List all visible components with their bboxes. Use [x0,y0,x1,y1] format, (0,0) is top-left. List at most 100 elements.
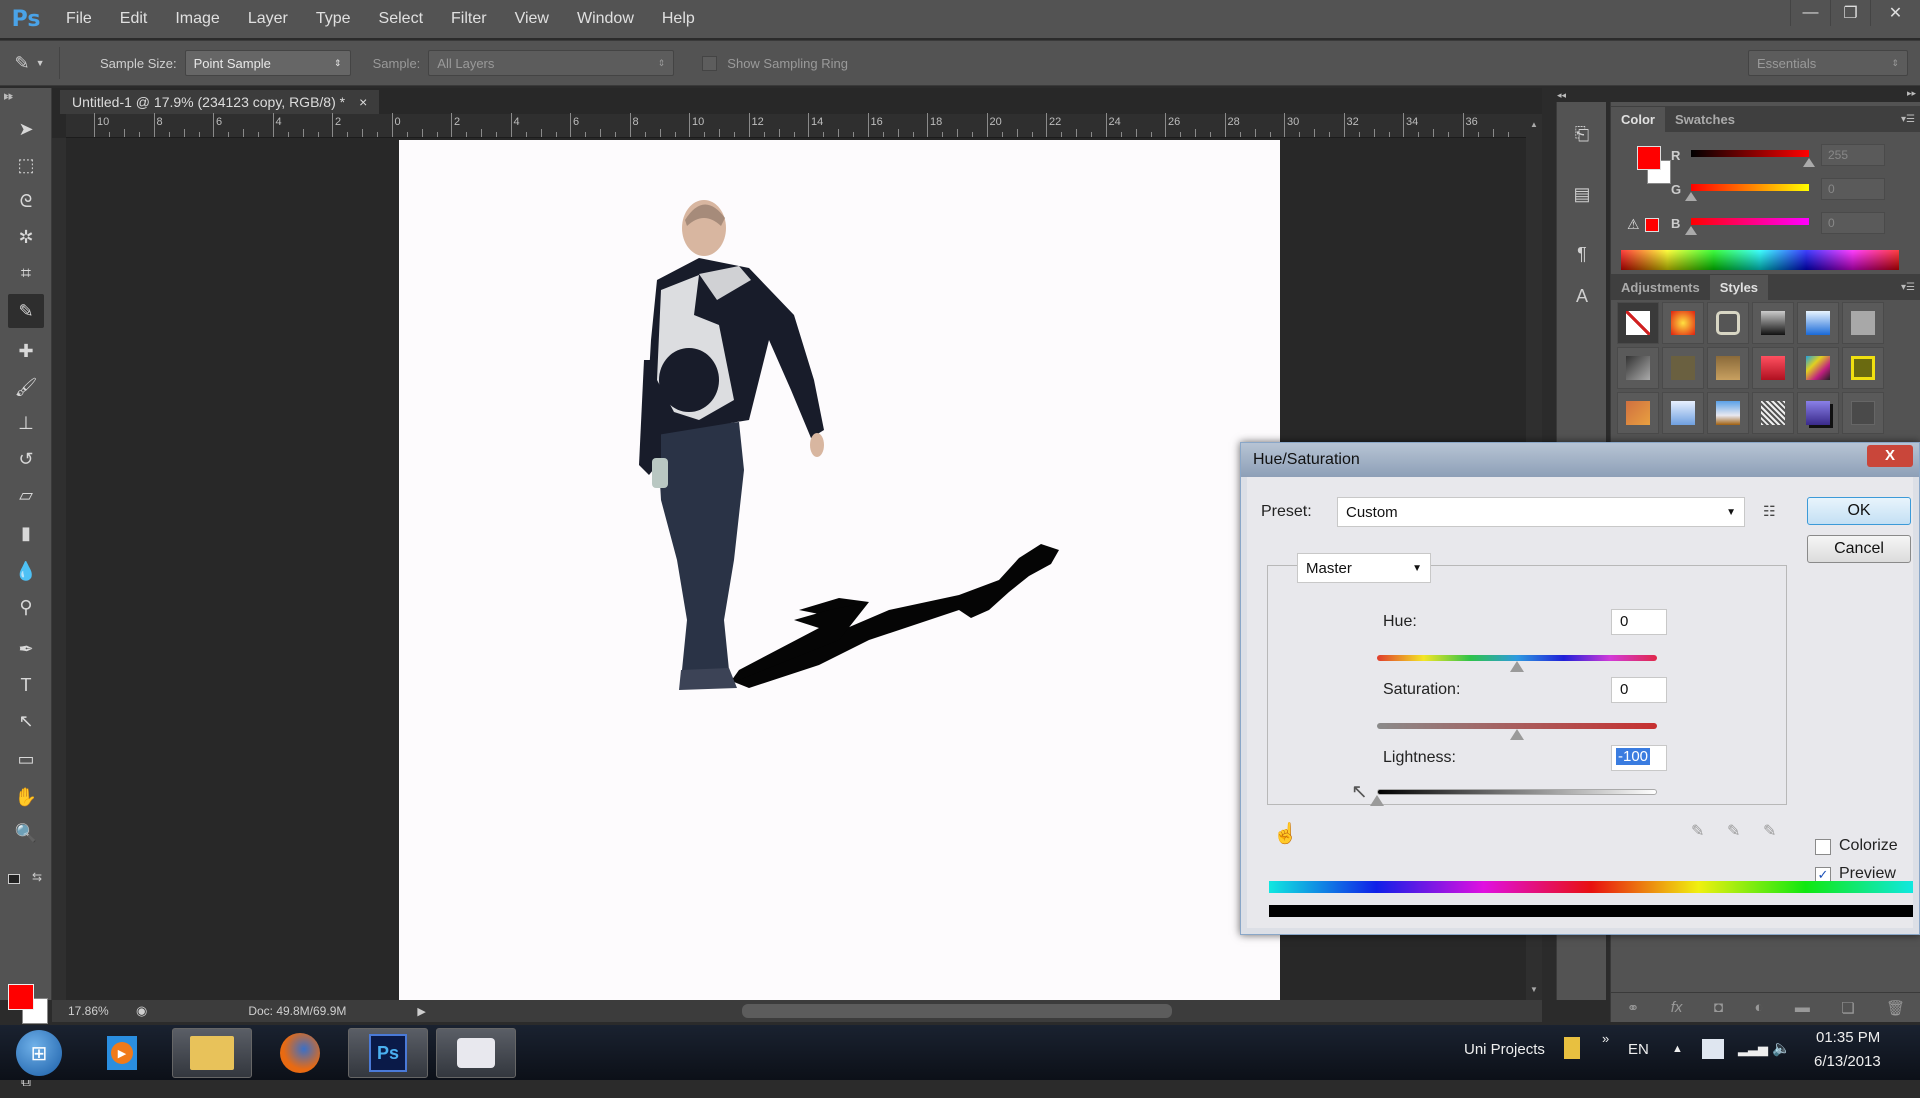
style-sky-blue[interactable] [1662,392,1704,434]
channel-thumb-g[interactable] [1685,192,1697,201]
style-dark-gradient[interactable] [1617,347,1659,389]
clock-date[interactable]: 6/13/2013 [1814,1053,1881,1070]
eyedropper-tool[interactable]: ✎ [8,294,44,328]
show-hidden-icons[interactable]: ▲ [1672,1043,1683,1055]
link-icon[interactable]: ⚭ [1627,999,1640,1017]
channel-slider-r[interactable] [1691,150,1809,157]
style-red-bevel[interactable] [1752,347,1794,389]
menu-select[interactable]: Select [365,10,437,28]
rectangle-tool[interactable]: ▭ [8,742,44,776]
workspace-select[interactable]: Essentials ⇕ [1748,50,1908,76]
menu-window[interactable]: Window [563,10,648,28]
toolbar-uni-projects[interactable]: Uni Projects [1464,1041,1545,1058]
menu-type[interactable]: Type [302,10,365,28]
saturation-input[interactable]: 0 [1611,677,1667,703]
sample-select[interactable]: All Layers ⇕ [428,50,675,76]
new-layer-icon[interactable]: ❏ [1841,999,1854,1017]
panel-collapse-icon[interactable]: ▸▸ [4,92,13,103]
dodge-tool[interactable]: ⚲ [8,590,44,624]
action-center-icon[interactable] [1702,1039,1724,1059]
show-sampling-ring-checkbox[interactable] [702,55,718,71]
eyedropper-icon[interactable]: ✎ [1691,821,1704,841]
move-tool[interactable]: ➤ [8,112,44,146]
panel-menu-icon[interactable]: ▾☰ [1901,282,1915,293]
menu-layer[interactable]: Layer [234,10,302,28]
style-bronze[interactable] [1707,347,1749,389]
style-yellow-frame[interactable] [1842,347,1884,389]
menu-view[interactable]: View [501,10,563,28]
targeted-adjustment-hand-icon[interactable]: ☝ [1273,821,1298,846]
style-gray-plain[interactable] [1842,302,1884,344]
type-tool[interactable]: T [8,668,44,702]
expand-panels-icon[interactable]: ◂◂ [1557,90,1566,101]
lightness-input[interactable]: -100 [1611,745,1667,771]
preset-options-icon[interactable]: ☷ [1763,503,1776,520]
close-tab-icon[interactable]: × [359,94,367,110]
menu-filter[interactable]: Filter [437,10,501,28]
hue-slider-thumb[interactable] [1510,661,1524,672]
panel-menu-icon[interactable]: ▾☰ [1901,114,1915,125]
gradient-tool[interactable]: ▮ [8,516,44,550]
language-indicator[interactable]: EN [1628,1041,1649,1058]
style-landscape[interactable] [1707,392,1749,434]
channel-slider-g[interactable] [1691,184,1809,191]
dialog-title-bar[interactable]: Hue/Saturation [1241,443,1919,477]
tab-color[interactable]: Color [1611,107,1665,132]
channel-select[interactable]: Master ▼ [1297,553,1431,583]
tool-preset-picker[interactable]: ✎ ▼ [0,47,60,79]
minimize-button[interactable]: — [1790,0,1830,26]
taskbar-file-explorer[interactable] [172,1028,252,1078]
lightness-slider-track[interactable] [1377,789,1657,795]
out-of-gamut-warning-icon[interactable]: ⚠ [1627,216,1640,233]
document-tab[interactable]: Untitled-1 @ 17.9% (234123 copy, RGB/8) … [60,90,380,114]
share-icon[interactable]: ◉ [136,1003,147,1019]
colorize-checkbox[interactable] [1815,839,1831,855]
folder-icon[interactable]: ▬ [1795,999,1810,1016]
taskbar-recorder[interactable] [436,1028,516,1078]
channel-input-r[interactable]: 255 [1821,144,1885,166]
lightness-slider-thumb[interactable] [1370,795,1384,806]
style-orange-glow[interactable] [1662,302,1704,344]
eyedropper-plus-icon[interactable]: ✎ [1727,821,1740,841]
fx-icon[interactable]: fx [1671,999,1683,1016]
collapse-right-icon[interactable]: ▸▸ [1907,88,1916,99]
cancel-button[interactable]: Cancel [1807,535,1911,563]
style-beveled-frame[interactable] [1707,302,1749,344]
menu-file[interactable]: File [52,10,106,28]
taskbar-photoshop[interactable]: Ps [348,1028,428,1078]
toolbar-chevron-icon[interactable]: » [1602,1031,1609,1046]
tab-swatches[interactable]: Swatches [1665,107,1745,132]
adjustment-icon[interactable]: ◐ [1754,999,1763,1016]
restore-button[interactable]: ❐ [1830,0,1870,26]
canvas[interactable] [399,140,1280,1000]
menu-image[interactable]: Image [161,10,233,28]
tab-adjustments[interactable]: Adjustments [1611,275,1710,300]
default-colors-icon[interactable] [8,874,20,884]
style-none[interactable] [1617,302,1659,344]
healing-brush-tool[interactable]: ✚ [8,334,44,368]
taskbar-firefox[interactable] [260,1028,340,1078]
channel-slider-b[interactable] [1691,218,1809,225]
scroll-up-icon[interactable]: ▲ [1530,120,1538,129]
style-blue-glass[interactable] [1797,302,1839,344]
pen-tool[interactable]: ✒ [8,632,44,666]
eraser-tool[interactable]: ▱ [8,478,44,512]
character-panel-icon[interactable]: A [1562,278,1602,314]
dialog-close-button[interactable]: X [1867,445,1913,467]
channel-thumb-r[interactable] [1803,158,1815,167]
path-selection-tool[interactable]: ↖ [8,704,44,738]
mask-icon[interactable]: ◘ [1714,999,1723,1016]
channel-input-b[interactable]: 0 [1821,212,1885,234]
eyedropper-minus-icon[interactable]: ✎ [1763,821,1776,841]
ruler-horizontal[interactable]: 10 8 6 4 2 0 2 4 6 8 10 12 14 16 18 20 22 24 26 28 30 32 34 36 [66,113,1536,138]
properties-panel-icon[interactable]: ▤ [1562,176,1602,212]
brush-tool[interactable]: 🖌 [8,370,44,404]
magic-wand-tool[interactable]: ✲ [8,220,44,254]
crop-tool[interactable]: ⌗ [8,256,44,290]
history-panel-icon[interactable]: ⎗ [1562,116,1602,152]
sample-size-select[interactable]: Point Sample ⇕ [184,50,351,76]
style-dark-square[interactable] [1842,392,1884,434]
ruler-vertical[interactable] [52,138,66,1000]
status-menu-arrow-icon[interactable]: ▶ [417,1005,425,1018]
trash-icon[interactable]: 🗑 [1886,999,1905,1017]
